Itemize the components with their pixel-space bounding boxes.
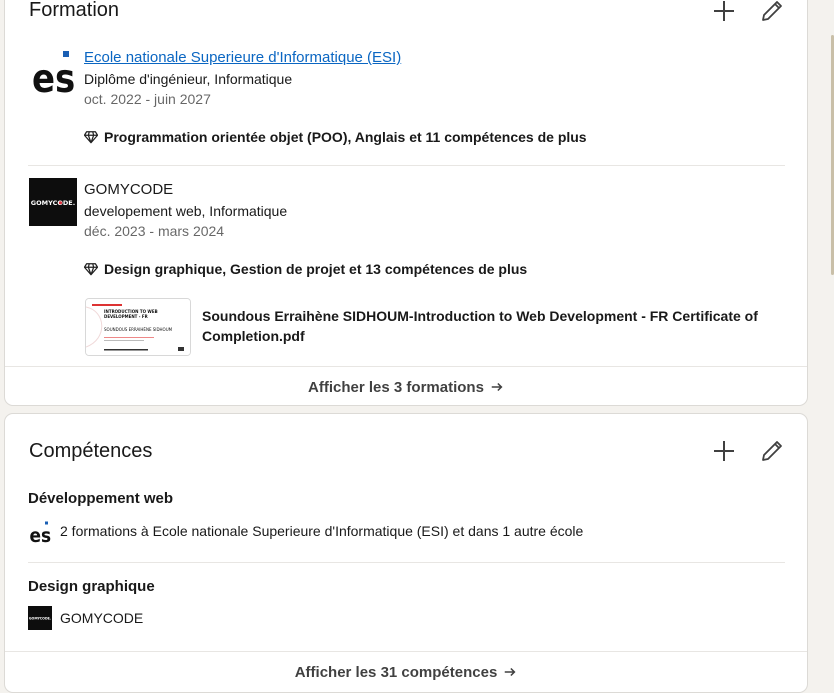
education-skills[interactable]: Design graphique, Gestion de projet et 1…	[84, 261, 527, 277]
edit-education-button[interactable]	[756, 0, 788, 27]
entry-divider	[28, 165, 785, 166]
date-range: déc. 2023 - mars 2024	[84, 223, 225, 239]
school-name[interactable]: GOMYCODE	[84, 180, 287, 200]
skill-divider	[28, 562, 785, 563]
plus-icon	[714, 1, 734, 21]
skills-summary: Design graphique, Gestion de projet et 1…	[104, 261, 528, 277]
skills-section: Compétences Développement web esi 2 form…	[4, 413, 808, 693]
skill-endorsement-source: GOMYCODE. GOMYCODE	[28, 606, 143, 630]
arrow-right-icon	[491, 382, 503, 392]
skill-diamond-icon	[84, 263, 98, 276]
section-title: Compétences	[29, 440, 153, 462]
skill-source-text: 2 formations à Ecole nationale Superieur…	[60, 523, 584, 539]
svg-text:GOMYCODE.: GOMYCODE.	[31, 199, 75, 207]
certificate-recipient: SOUNDOUS ERRAIHÈNE SIDHOUM	[104, 327, 173, 332]
skill-name[interactable]: Design graphique	[28, 578, 155, 595]
plus-icon	[714, 441, 734, 461]
certificate-document-title[interactable]: Soundous Erraihène SIDHOUM-Introduction …	[202, 306, 762, 346]
show-all-skills-button[interactable]: Afficher les 31 compétences	[5, 651, 807, 692]
pencil-icon	[762, 1, 782, 21]
education-section: Formation esi Ecole nationale Superieure…	[4, 0, 808, 406]
show-all-label: Afficher les 31 compétences	[294, 663, 498, 681]
esi-logo: esi	[28, 519, 52, 543]
skills-summary: Programmation orientée objet (POO), Angl…	[104, 129, 587, 145]
svg-text:esi: esi	[30, 525, 53, 543]
skill-source-text: GOMYCODE	[60, 610, 144, 626]
school-name-link[interactable]: Ecole nationale Superieure d'Informatiqu…	[84, 48, 401, 68]
certificate-heading: INTRODUCTION TO WEB DEVELOPMENT - FR	[104, 309, 158, 319]
section-title: Formation	[29, 0, 120, 21]
esi-logo[interactable]: esi	[29, 46, 87, 102]
add-skill-button[interactable]	[708, 435, 740, 467]
svg-text:GOMYCODE.: GOMYCODE.	[29, 617, 51, 621]
skill-endorsement-source: esi 2 formations à Ecole nationale Super…	[28, 519, 583, 543]
certificate-thumbnail[interactable]: INTRODUCTION TO WEB DEVELOPMENT - FR SOU…	[85, 298, 191, 356]
education-entry-esi: Ecole nationale Superieure d'Informatiqu…	[84, 48, 401, 109]
page-background-edge	[813, 0, 834, 691]
education-entry-gomycode: GOMYCODE developement web, Informatique …	[84, 180, 287, 241]
arrow-right-icon	[505, 667, 516, 677]
date-range: oct. 2022 - juin 2027	[84, 91, 211, 107]
education-skills[interactable]: Programmation orientée objet (POO), Angl…	[84, 129, 587, 145]
show-all-education-button[interactable]: Afficher les 3 formations	[5, 366, 807, 405]
show-all-label: Afficher les 3 formations	[308, 378, 484, 396]
svg-text:esi: esi	[32, 56, 77, 94]
skill-diamond-icon	[84, 131, 98, 144]
gomycode-logo[interactable]: GOMYCODE.	[29, 178, 77, 226]
degree-label: Diplôme d'ingénieur, Informatique	[84, 71, 293, 87]
add-education-button[interactable]	[708, 0, 740, 27]
edit-skills-button[interactable]	[756, 435, 788, 467]
degree-label: developement web, Informatique	[84, 203, 288, 219]
pencil-icon	[762, 441, 782, 461]
gomycode-logo: GOMYCODE.	[28, 606, 52, 630]
skill-name[interactable]: Développement web	[28, 490, 173, 507]
